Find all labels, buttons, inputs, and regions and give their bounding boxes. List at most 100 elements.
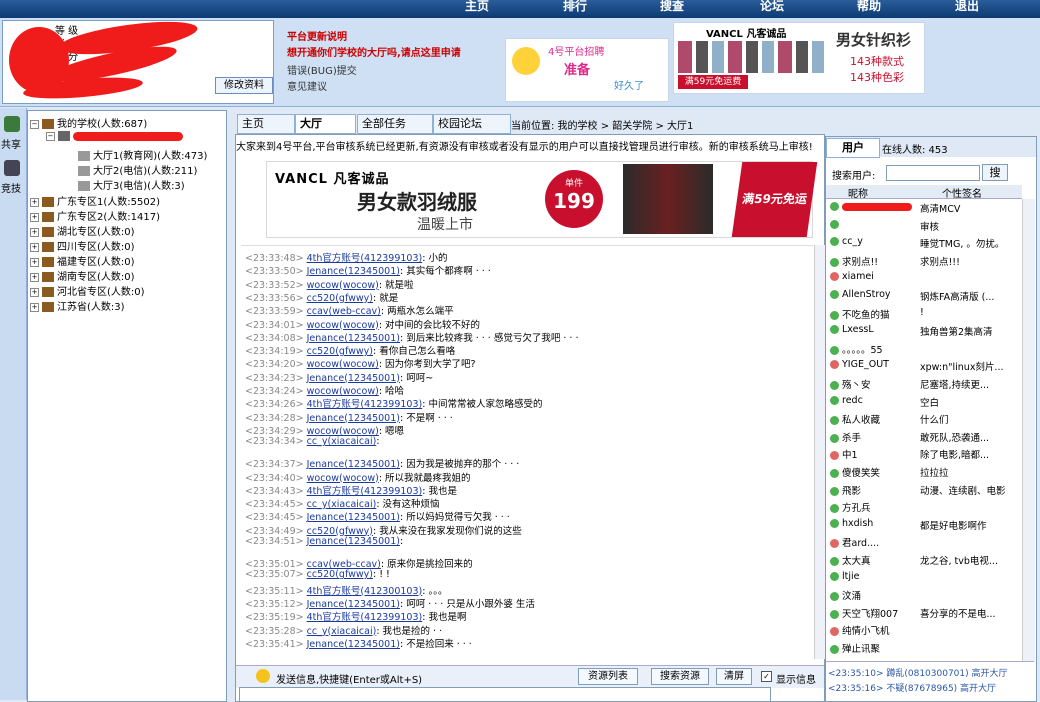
- show-info-checkbox[interactable]: ✓: [761, 671, 772, 682]
- user-row[interactable]: 。。。。。55: [830, 342, 1020, 356]
- user-status-icon: [830, 433, 839, 443]
- tree-school[interactable]: −: [46, 131, 183, 142]
- folder-icon: [42, 257, 54, 267]
- chat-scrollbar[interactable]: [814, 245, 825, 659]
- user-row[interactable]: ltjie: [830, 571, 1020, 582]
- tab-label: 大厅: [300, 117, 322, 130]
- user-row[interactable]: 高清MCV: [830, 201, 1020, 215]
- nav-home[interactable]: 主页: [465, 0, 489, 14]
- share-label[interactable]: 共享: [1, 136, 21, 151]
- user-row[interactable]: 殚止讯聚: [830, 641, 1020, 655]
- chat-user[interactable]: Jenance(12345001): [307, 536, 400, 547]
- user-row[interactable]: AllenStroy 钢炼FA高清版 (...: [830, 289, 1020, 303]
- expand-icon[interactable]: +: [30, 227, 39, 237]
- tree-region[interactable]: + 江苏省(人数:3): [30, 298, 125, 313]
- notice-feedback[interactable]: 意见建议: [287, 78, 327, 93]
- expand-icon[interactable]: +: [30, 197, 39, 207]
- expand-icon[interactable]: +: [30, 302, 39, 312]
- user-row[interactable]: redc 空白: [830, 394, 1020, 409]
- compete-label[interactable]: 竞技: [1, 180, 21, 195]
- tree-region[interactable]: + 四川专区(人数:0): [30, 238, 135, 253]
- expand-icon[interactable]: +: [30, 257, 39, 267]
- tab-all-tasks[interactable]: 全部任务: [357, 114, 433, 134]
- expand-icon[interactable]: +: [30, 242, 39, 252]
- expand-icon[interactable]: +: [30, 212, 39, 222]
- search-resource-button[interactable]: 搜索资源: [651, 668, 709, 685]
- user-nick: redc: [842, 394, 863, 406]
- chat-message: <23:35:19> 4th官方账号(412399103): 我也是啊: [245, 609, 466, 623]
- user-row[interactable]: LxessL 独角兽第2集高清: [830, 324, 1020, 338]
- chat-time: <23:35:41>: [245, 638, 304, 650]
- user-row[interactable]: 太大真 龙之谷, tvb电视...: [830, 553, 1020, 567]
- collapse-icon[interactable]: −: [30, 119, 39, 129]
- chat-message: <23:35:11> 4th官方账号(412300103): 。。。: [245, 583, 447, 597]
- notice-apply[interactable]: 想开通你们学校的大厅吗,请点这里申请: [287, 44, 461, 59]
- smiley-icon[interactable]: [256, 669, 270, 683]
- user-search-input[interactable]: [886, 165, 980, 181]
- nav-forum[interactable]: 论坛: [760, 0, 784, 14]
- tree-region[interactable]: + 福建专区(人数:0): [30, 253, 135, 268]
- chat-user[interactable]: cc520(gfwwy): [307, 569, 373, 580]
- tree-region[interactable]: + 湖北专区(人数:0): [30, 223, 135, 238]
- tree-hall[interactable]: 大厅1(教育网)(人数:473): [78, 147, 207, 162]
- user-row[interactable]: xiamei: [830, 271, 1020, 282]
- tree-region[interactable]: + 广东专区1(人数:5502): [30, 193, 160, 208]
- online-count[interactable]: 在线人数: 453: [882, 141, 948, 156]
- resource-list-button[interactable]: 资源列表: [578, 668, 638, 685]
- edit-profile-button[interactable]: 修改资料: [215, 77, 273, 94]
- notice-update[interactable]: 平台更新说明: [287, 28, 347, 43]
- share-icon[interactable]: [4, 116, 20, 132]
- user-row[interactable]: cc_y 睡觉TMG, 。勿扰。: [830, 236, 1020, 250]
- tree-region[interactable]: + 河北省专区(人数:0): [30, 283, 145, 298]
- user-row[interactable]: 杀手 敢死队,恐袭通...: [830, 430, 1020, 444]
- user-row[interactable]: 飛影 动漫、连续剧、电影: [830, 483, 1020, 497]
- ad-title: 男女针织衫: [836, 31, 912, 49]
- user-row[interactable]: 纯情小飞机: [830, 623, 1020, 637]
- tab-label: 校园论坛: [438, 117, 482, 130]
- tab-users[interactable]: 用户: [826, 138, 880, 158]
- compete-icon[interactable]: [4, 160, 20, 176]
- tree-region[interactable]: + 广东专区2(人数:1417): [30, 208, 160, 223]
- user-row[interactable]: 君ard....: [830, 535, 1020, 549]
- user-search-button[interactable]: 搜: [982, 164, 1008, 181]
- collapse-icon[interactable]: −: [46, 131, 55, 141]
- user-row[interactable]: hxdish 都是好电影啊作: [830, 518, 1020, 532]
- recruit-ad[interactable]: 4号平台招聘 准备 好久了: [505, 38, 669, 102]
- user-row[interactable]: 傻傻笑笑 拉拉拉: [830, 465, 1020, 479]
- user-row[interactable]: 求别点!! 求别点!!!: [830, 254, 1020, 268]
- user-row[interactable]: 殇丶安 尼塞塔,持续更...: [830, 377, 1020, 391]
- tab-forum[interactable]: 校园论坛: [433, 114, 511, 134]
- nav-search[interactable]: 搜查: [660, 0, 684, 14]
- user-row[interactable]: 审核: [830, 219, 1020, 233]
- chat-user[interactable]: Jenance(12345001): [307, 639, 400, 650]
- vancl-banner-ad[interactable]: VANCL 凡客诚品 男女款羽绒服 温暖上市 单件 199 满59元免运费: [266, 161, 818, 281]
- user-row[interactable]: 不吃鱼的猫!: [830, 307, 1020, 321]
- tree-region[interactable]: + 湖南专区(人数:0): [30, 268, 135, 283]
- clear-button[interactable]: 清屏: [716, 668, 752, 685]
- tree-hall[interactable]: 大厅2(电信)(人数:211): [78, 162, 197, 177]
- chat-user[interactable]: cc_y(xiacaicai): [307, 436, 377, 447]
- user-row[interactable]: 汶涌: [830, 588, 1020, 602]
- announcement-marquee: 大家来到4号平台,平台审核系统已经更新,有资源没有审核或者没有显示的用户可以直接…: [236, 142, 813, 152]
- nav-help[interactable]: 帮助: [857, 0, 881, 14]
- expand-icon[interactable]: +: [30, 287, 39, 297]
- hall-panel: 大家来到4号平台,平台审核系统已经更新,有资源没有审核或者没有显示的用户可以直接…: [235, 134, 825, 702]
- tree-root[interactable]: − 我的学校(人数:687): [30, 115, 147, 130]
- user-row[interactable]: 天空飞翔007 喜分享的不是电...: [830, 606, 1020, 620]
- tab-home[interactable]: 主页: [237, 114, 295, 134]
- notice-bug[interactable]: 错误(BUG)提交: [287, 62, 357, 77]
- user-list-scrollbar[interactable]: [1022, 199, 1035, 661]
- user-row[interactable]: 方孔兵: [830, 500, 1020, 514]
- user-row[interactable]: 私人收藏 什么们: [830, 412, 1020, 426]
- user-row[interactable]: 中1 除了电影,暗都...: [830, 447, 1020, 461]
- user-status-icon: [830, 416, 839, 426]
- tree-hall[interactable]: 大厅3(电信)(人数:3): [78, 177, 185, 192]
- vancl-knit-ad[interactable]: VANCL 凡客诚品 满59元免运费 男女针织衫 143种款式 143种色彩: [673, 22, 925, 94]
- chat-message: <23:34:28> Jenance(12345001): 不是啊 · · ·: [245, 410, 453, 424]
- tab-hall[interactable]: 大厅: [295, 114, 356, 134]
- user-row[interactable]: YIGE_OUT xpw:n"linux刻片...: [830, 359, 1020, 373]
- tab-label: 全部任务: [362, 117, 406, 130]
- expand-icon[interactable]: +: [30, 272, 39, 282]
- nav-rank[interactable]: 排行: [563, 0, 587, 14]
- nav-exit[interactable]: 退出: [955, 0, 979, 14]
